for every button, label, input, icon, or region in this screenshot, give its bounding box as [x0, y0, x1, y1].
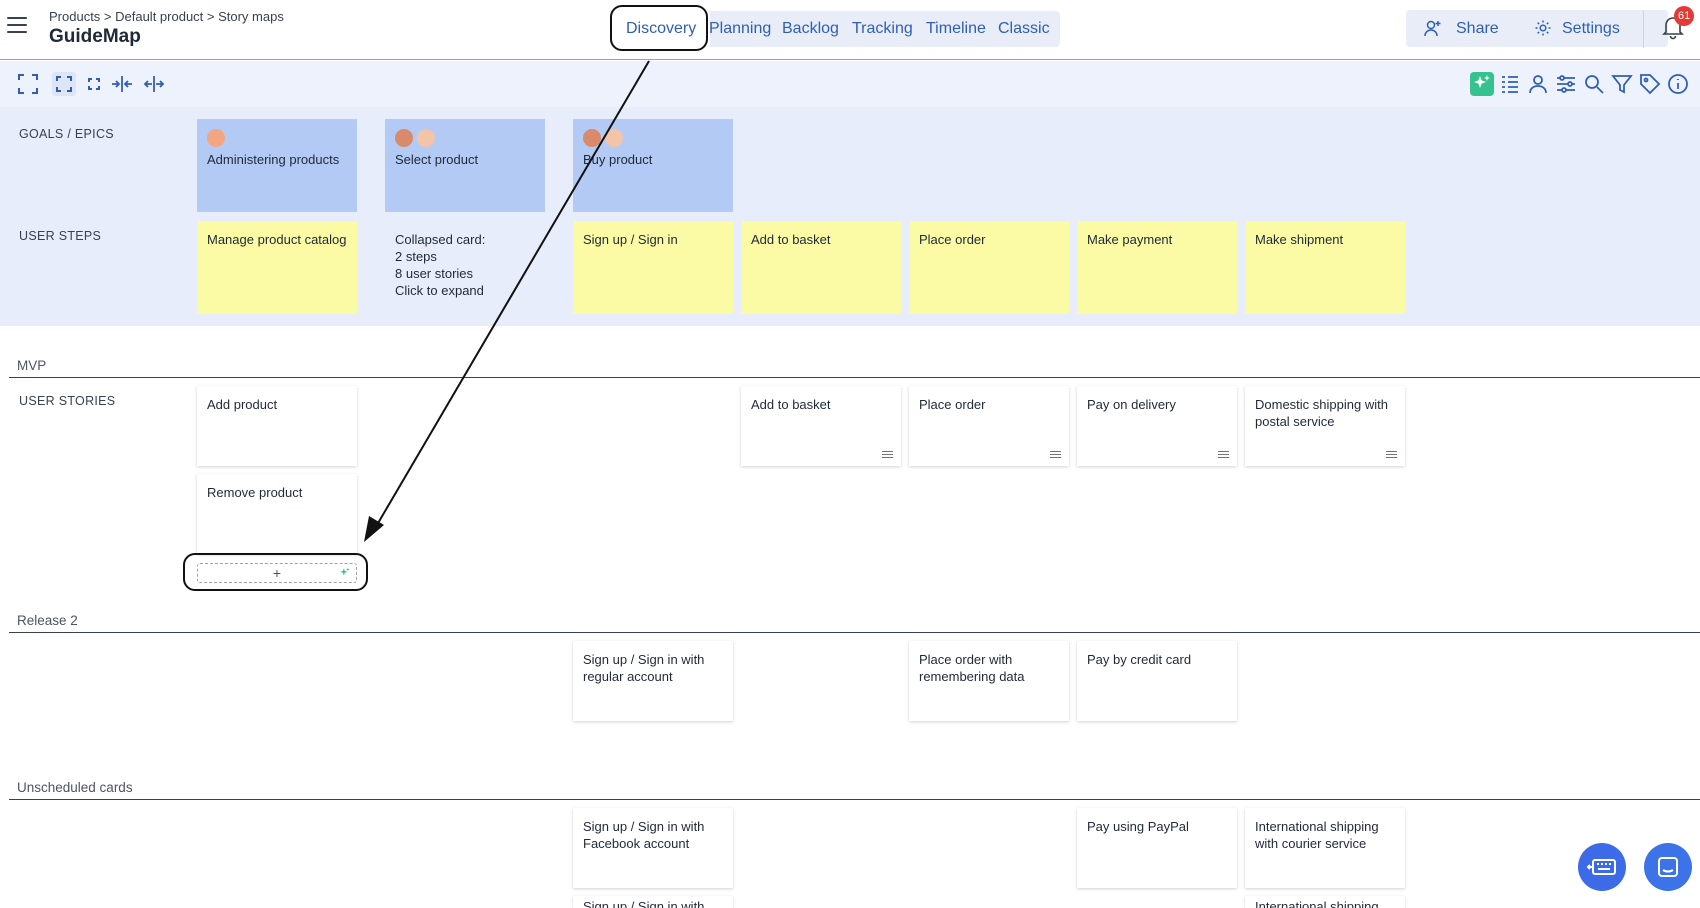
keyboard-icon [1586, 859, 1616, 875]
annotation-arrow [364, 60, 650, 542]
chat-icon [1658, 857, 1678, 877]
chat-button[interactable] [1644, 843, 1692, 891]
keyboard-shortcuts-button[interactable] [1578, 843, 1626, 891]
